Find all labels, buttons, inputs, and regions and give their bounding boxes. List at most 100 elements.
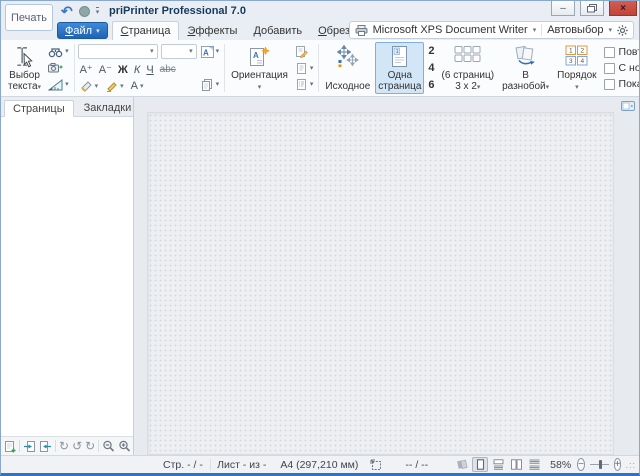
svg-text:1: 1 xyxy=(396,49,399,55)
chevron-down-icon: ▾ xyxy=(120,82,124,90)
original-layout-button[interactable]: Исходное xyxy=(322,42,373,94)
document-area xyxy=(134,97,639,455)
zoom-out-status-button[interactable]: − xyxy=(577,458,586,471)
svg-text:4: 4 xyxy=(581,58,585,65)
grow-font-button[interactable]: А⁺ xyxy=(80,63,93,76)
zoom-in-button[interactable] xyxy=(118,440,131,453)
tab-page[interactable]: Страница xyxy=(111,21,180,40)
four-pages-button[interactable]: 4 xyxy=(428,62,434,74)
measure-button[interactable]: ▾ xyxy=(46,77,71,92)
camera-plus-icon xyxy=(48,63,63,73)
restore-button[interactable] xyxy=(580,1,604,16)
chevron-down-icon: ▾ xyxy=(309,64,314,72)
one-page-button[interactable]: 1 Одна страница xyxy=(375,42,425,94)
ribbon-tab-row: Файл ▾ Страница Эффекты Добавить Обрезка… xyxy=(1,21,639,40)
font-color-button[interactable]: А ▾ xyxy=(131,80,144,92)
font-family-combo[interactable]: ▾ xyxy=(77,44,158,59)
select-text-button[interactable]: Выбор текста▾ xyxy=(5,42,44,94)
rotate-180-button[interactable]: ↻ xyxy=(85,440,95,452)
view-tilted-button[interactable] xyxy=(454,457,470,472)
order-button[interactable]: 1 2 3 4 Порядок ▾ xyxy=(554,42,599,94)
six-pages-button[interactable]: (6 страниц) 3 х 2▾ xyxy=(439,42,498,94)
view-grid-button[interactable] xyxy=(526,457,542,472)
zoom-slider[interactable] xyxy=(590,458,609,471)
insert-page-before-button[interactable] xyxy=(23,440,36,453)
rotate-cw-button[interactable]: ↻ xyxy=(59,440,69,452)
printer-icon xyxy=(355,24,368,36)
add-page-button[interactable] xyxy=(3,440,16,453)
zoom-in-status-button[interactable]: + xyxy=(613,458,622,471)
shuffle-button[interactable]: Вразнобой▾ xyxy=(499,42,552,94)
italic-button[interactable]: К xyxy=(134,64,140,76)
shrink-font-button[interactable]: А⁻ xyxy=(99,63,112,76)
panel-toggle-button[interactable] xyxy=(621,100,635,112)
undo-icon[interactable]: ↶ xyxy=(61,4,73,18)
page-setup-button[interactable]: ▾ xyxy=(293,61,316,76)
printer-mode[interactable]: Автовыбор xyxy=(547,24,603,36)
titlebar: Печать ↶ ▾ priPrinter Professional 7.0 –… xyxy=(1,1,639,31)
text-frame-icon: A xyxy=(200,45,214,58)
sidebar-tab-pages[interactable]: Страницы xyxy=(4,100,74,117)
two-pages-button[interactable]: 2 xyxy=(428,45,434,57)
checkbox-repeat[interactable]: Повт... xyxy=(603,46,639,58)
one-page-icon: 1 xyxy=(392,46,408,67)
chevron-down-icon: ▾ xyxy=(189,48,193,55)
copy-format-button[interactable]: ▾ xyxy=(199,77,222,92)
underline-button[interactable]: Ч xyxy=(146,64,153,76)
chevron-down-icon: ▾ xyxy=(215,81,220,88)
text-style-button[interactable]: A ▾ xyxy=(199,44,222,59)
page-list-button[interactable]: ▾ xyxy=(293,77,316,92)
font-size-combo[interactable]: ▾ xyxy=(160,44,197,59)
view-page-rows-button[interactable] xyxy=(490,457,506,472)
gear-icon[interactable] xyxy=(617,24,628,36)
checkbox-show[interactable]: Показ... xyxy=(603,78,639,90)
page-arrow-in-icon xyxy=(24,440,35,452)
highlight-color-button[interactable]: ▾ xyxy=(80,80,99,92)
shuffle-pages-icon xyxy=(515,45,535,65)
insert-page-after-button[interactable] xyxy=(39,440,52,453)
snapshot-button[interactable] xyxy=(46,61,71,76)
resize-grip[interactable]: .:: xyxy=(625,460,636,470)
redo-circle-icon[interactable] xyxy=(78,5,90,17)
zoom-out-button[interactable] xyxy=(102,440,115,453)
sidebar-tab-bookmarks[interactable]: Закладки xyxy=(76,100,140,116)
close-button[interactable]: × xyxy=(609,1,637,16)
checkbox-box xyxy=(603,78,615,90)
document-pasteboard xyxy=(147,112,614,455)
rotate-ccw-button[interactable]: ↺ xyxy=(72,440,82,452)
edit-page-button[interactable] xyxy=(293,44,316,59)
minimize-button[interactable]: – xyxy=(551,1,575,16)
checkbox-new-sheet[interactable]: С нов... xyxy=(603,62,639,74)
view-single-page-button[interactable] xyxy=(472,457,489,472)
page-edit-icon xyxy=(295,46,308,58)
chevron-down-icon: ▾ xyxy=(139,82,144,90)
printer-mode-dropdown-icon[interactable]: ▾ xyxy=(608,27,612,34)
orientation-button[interactable]: A Ориентация ▾ xyxy=(228,42,291,94)
sidebar-toolbar: ↻ ↺ ↻ xyxy=(1,436,133,455)
ribbon: Выбор текста▾ ▾ ▾ ▾ ▾ А⁺ А⁻ Ж К Ч abc ▾ … xyxy=(1,40,639,97)
file-menu-button[interactable]: Файл ▾ xyxy=(57,22,108,39)
pen-color-button[interactable]: ▾ xyxy=(105,80,124,92)
bold-button[interactable]: Ж xyxy=(118,64,128,76)
zoom-slider-handle[interactable] xyxy=(599,460,603,469)
view-two-pages-button[interactable] xyxy=(508,457,524,472)
page-icon xyxy=(296,62,306,74)
highlighter-icon xyxy=(80,81,92,92)
strikethrough-button[interactable]: abc xyxy=(160,64,176,75)
six-pages-count-button[interactable]: 6 xyxy=(428,79,434,91)
copy-pages-icon xyxy=(201,78,212,91)
tab-add[interactable]: Добавить xyxy=(245,22,310,40)
page-arrow-out-icon xyxy=(40,440,51,452)
chevron-down-icon: ▾ xyxy=(94,82,99,90)
list-icon xyxy=(296,79,306,90)
page-plus-icon xyxy=(5,440,16,452)
tilted-pages-icon xyxy=(456,459,468,469)
find-button[interactable]: ▾ xyxy=(46,44,71,59)
printer-name[interactable]: Microsoft XPS Document Writer xyxy=(373,24,528,36)
customize-toolbar-icon[interactable]: ▾ xyxy=(95,6,100,16)
tab-effects[interactable]: Эффекты xyxy=(179,22,245,40)
chevron-down-icon: ▾ xyxy=(150,48,154,55)
print-button[interactable]: Печать xyxy=(5,4,53,31)
crop-tool-button[interactable] xyxy=(370,459,383,471)
printer-dropdown-icon[interactable]: ▾ xyxy=(533,27,537,34)
